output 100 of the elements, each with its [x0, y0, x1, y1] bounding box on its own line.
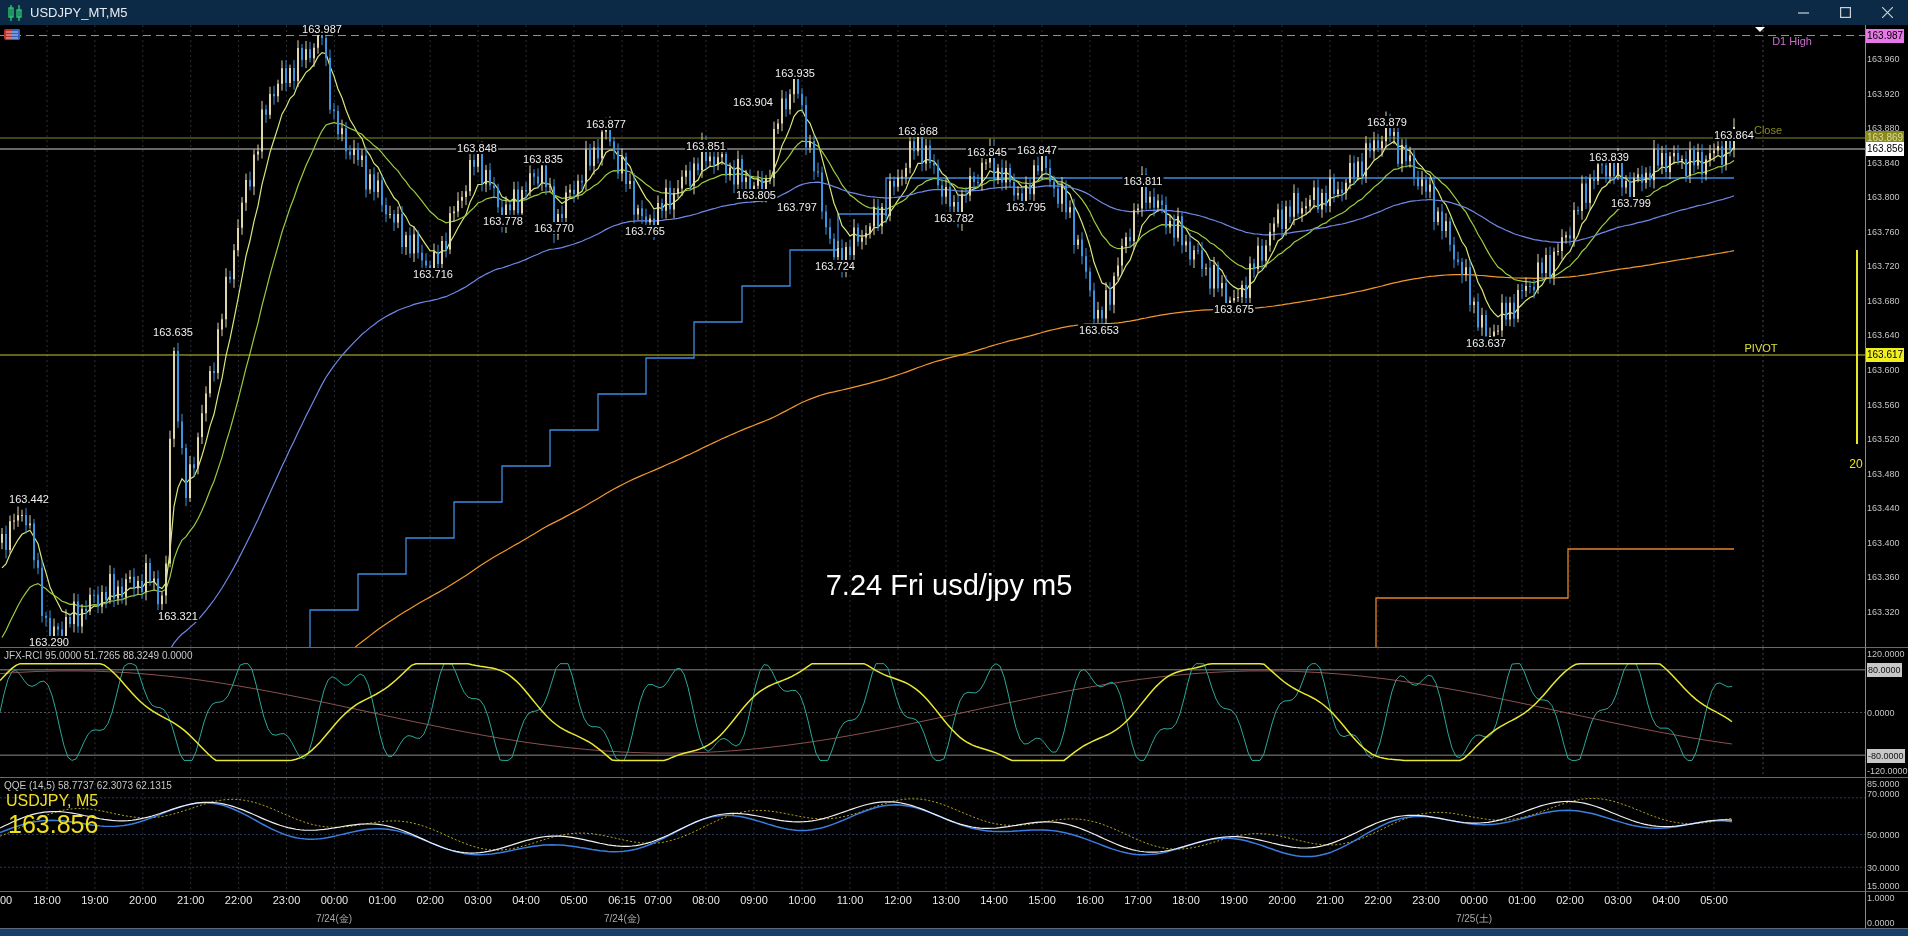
time-label: 23:00 — [272, 894, 301, 906]
axis-label: 163.480 — [1867, 467, 1900, 481]
time-label: 00:00 — [320, 894, 349, 906]
line-label: 20 — [1849, 457, 1863, 471]
price-label: 163.879 — [1366, 116, 1408, 128]
time-label: 10:00 — [788, 894, 816, 906]
time-label: 21:00 — [1316, 894, 1344, 906]
price-tag: 163.617 — [1866, 348, 1905, 362]
axis-label: -80.0000 — [1867, 749, 1905, 763]
axis-label: 80.0000 — [1867, 663, 1902, 677]
time-label: 15:00 — [1028, 894, 1056, 906]
price-label: 163.864 — [1713, 129, 1755, 141]
axis-label: 163.560 — [1867, 398, 1900, 412]
price-label: 163.845 — [966, 146, 1008, 158]
time-label: 21:00 — [176, 894, 205, 906]
time-label: 04:00 — [512, 894, 540, 906]
axis-label: 1.0000 — [1867, 892, 1895, 905]
axis-label: 30.0000 — [1867, 862, 1900, 875]
axis-label: 163.840 — [1867, 156, 1900, 170]
time-label: 08:00 — [692, 894, 720, 906]
date-label: 7/24(金) — [315, 912, 353, 926]
axis-label: 163.960 — [1867, 53, 1900, 66]
price-tag: 163.856 — [1866, 142, 1905, 156]
price-label: 163.795 — [1005, 201, 1047, 213]
price-label: 163.851 — [685, 140, 727, 152]
time-label: 17:00 — [1124, 894, 1152, 906]
time-label: 04:00 — [1652, 894, 1680, 906]
axis-label: 163.800 — [1867, 191, 1900, 205]
axis-label: 15.0000 — [1867, 880, 1900, 893]
price-label: 163.321 — [157, 610, 199, 622]
axis-label: 163.720 — [1867, 260, 1900, 274]
triangle-icon — [1755, 27, 1765, 32]
price-label: 163.839 — [1588, 151, 1630, 163]
line-label: PIVOT — [1744, 342, 1778, 354]
price-label: 163.877 — [585, 118, 627, 130]
price-label: 163.987 — [301, 25, 343, 35]
axis-label: 163.880 — [1867, 122, 1900, 134]
time-label: 13:00 — [932, 894, 960, 906]
price-label: 163.724 — [814, 260, 856, 272]
price-label: 163.805 — [735, 189, 777, 201]
time-label: 02:00 — [1556, 894, 1584, 906]
symbol-label: USDJPY, M5 — [6, 792, 99, 810]
time-label: 02:00 — [416, 894, 444, 906]
axis-label: 163.320 — [1867, 605, 1900, 619]
price-label: 163.782 — [933, 212, 975, 224]
time-label: 20:00 — [129, 894, 157, 906]
price-label: 163.290 — [28, 636, 70, 647]
time-label: 18:00 — [1172, 894, 1200, 906]
price-label: 163.799 — [1610, 197, 1652, 209]
chart-caption: 7.24 Fri usd/jpy m5 — [825, 568, 1073, 602]
price-label: 163.935 — [774, 67, 816, 79]
indicator-legend: QQE (14,5) 58.7737 62.3073 62.1315 — [4, 780, 172, 791]
price-label: 163.835 — [522, 153, 564, 165]
axis-label: 120.0000 — [1867, 648, 1905, 661]
time-label: 01:00 — [1508, 894, 1536, 906]
price-label: 163.811 — [1122, 175, 1164, 187]
price-label: 163.770 — [533, 222, 575, 234]
window-title: USDJPY_MT,M5 — [30, 5, 128, 20]
axis-label: -120.0000 — [1867, 765, 1908, 778]
price-label: 163.765 — [624, 225, 666, 237]
axis-label: 163.920 — [1867, 87, 1900, 101]
axis-label: 0.0000 — [1867, 917, 1895, 930]
minimize-icon — [1797, 11, 1809, 14]
axis-label: 50.0000 — [1867, 829, 1900, 842]
price-label: 163.778 — [482, 215, 524, 227]
time-label: 20:00 — [1268, 894, 1296, 906]
time-label: 03:00 — [1604, 894, 1632, 906]
axis-label: 163.600 — [1867, 364, 1900, 378]
time-label: 06:15 — [608, 894, 636, 906]
time-label: 22:00 — [1364, 894, 1392, 906]
price-tag: 163.987 — [1866, 28, 1905, 43]
axis-label: 163.640 — [1867, 329, 1900, 343]
close-icon — [1881, 7, 1893, 18]
time-label: 05:00 — [560, 894, 588, 906]
axis-label: 163.400 — [1867, 536, 1900, 550]
price-label: 163.868 — [897, 125, 939, 137]
time-label: 07:00 — [644, 894, 672, 906]
time-label: 19:00 — [81, 894, 109, 906]
time-label: 01:00 — [368, 894, 397, 906]
axis-label: 163.440 — [1867, 502, 1900, 516]
line-label: D1 High — [1772, 35, 1812, 47]
axis-label: 163.520 — [1867, 433, 1900, 447]
time-label: 23:00 — [1412, 894, 1440, 906]
date-label: 7/25(土) — [1455, 912, 1493, 926]
axis-label: 163.360 — [1867, 571, 1900, 585]
time-label: 16:00 — [1076, 894, 1104, 906]
date-label: 7/24(金) — [603, 912, 641, 926]
time-label: 11:00 — [836, 894, 864, 906]
line-label: Close — [1753, 124, 1783, 136]
time-label: 03:00 — [464, 894, 492, 906]
indicator-legend: JFX-RCI 95.0000 51.7265 88.3249 0.0000 — [4, 650, 193, 661]
price-label: 163.797 — [776, 201, 818, 213]
axis-label: 163.760 — [1867, 225, 1900, 239]
axis-label: 85.0000 — [1867, 778, 1900, 791]
candlestick-icon — [8, 4, 22, 21]
list-icon[interactable] — [4, 29, 20, 40]
time-label: 18:00 — [33, 894, 61, 906]
time-label: 19:00 — [1220, 894, 1248, 906]
axis-label: 70.0000 — [1867, 788, 1900, 801]
price-label: 163.847 — [1016, 144, 1058, 156]
